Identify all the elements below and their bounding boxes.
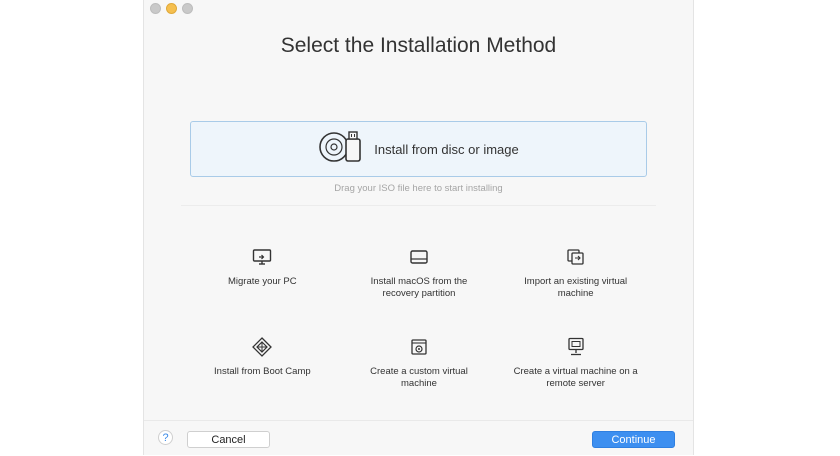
option-install-macos-recovery[interactable]: Install macOS from the recovery partitio… — [341, 246, 498, 308]
option-import-vm[interactable]: Import an existing virtual machine — [497, 246, 654, 308]
option-label: Install macOS from the recovery partitio… — [370, 276, 468, 299]
minimize-window-button[interactable] — [166, 3, 177, 14]
option-boot-camp[interactable]: Install from Boot Camp — [184, 336, 341, 398]
footer-bar: ? Cancel Continue — [144, 420, 693, 456]
disc-usb-icon — [318, 129, 364, 170]
pc-migrate-icon — [251, 246, 273, 268]
option-label: Create a custom virtual machine — [370, 366, 468, 389]
option-label: Import an existing virtual machine — [524, 276, 628, 299]
install-options-grid: Migrate your PC Install macOS from the r… — [184, 246, 654, 398]
install-from-disc-dropzone[interactable]: Install from disc or image — [190, 121, 647, 177]
option-label: Install from Boot Camp — [214, 366, 311, 377]
bootcamp-icon — [251, 336, 273, 358]
continue-button[interactable]: Continue — [592, 431, 675, 448]
custom-vm-icon — [408, 336, 430, 358]
divider — [181, 205, 656, 206]
option-label: Migrate your PC — [228, 276, 297, 287]
window-controls — [150, 3, 193, 14]
dropzone-label: Install from disc or image — [374, 141, 519, 157]
remote-server-icon — [565, 336, 587, 358]
option-label: Create a virtual machine on a remote ser… — [513, 366, 638, 389]
option-custom-vm[interactable]: Create a custom virtual machine — [341, 336, 498, 398]
page-title: Select the Installation Method — [280, 34, 557, 57]
help-button[interactable]: ? — [158, 430, 173, 445]
option-remote-server-vm[interactable]: Create a virtual machine on a remote ser… — [497, 336, 654, 398]
drive-icon — [408, 246, 430, 268]
cancel-button[interactable]: Cancel — [187, 431, 270, 448]
close-window-button[interactable] — [150, 3, 161, 14]
zoom-window-button[interactable] — [182, 3, 193, 14]
option-migrate-pc[interactable]: Migrate your PC — [184, 246, 341, 308]
dropzone-hint: Drag your ISO file here to start install… — [334, 183, 503, 194]
installation-method-window: Select the Installation Method Install f… — [143, 0, 694, 455]
import-vm-icon — [565, 246, 587, 268]
